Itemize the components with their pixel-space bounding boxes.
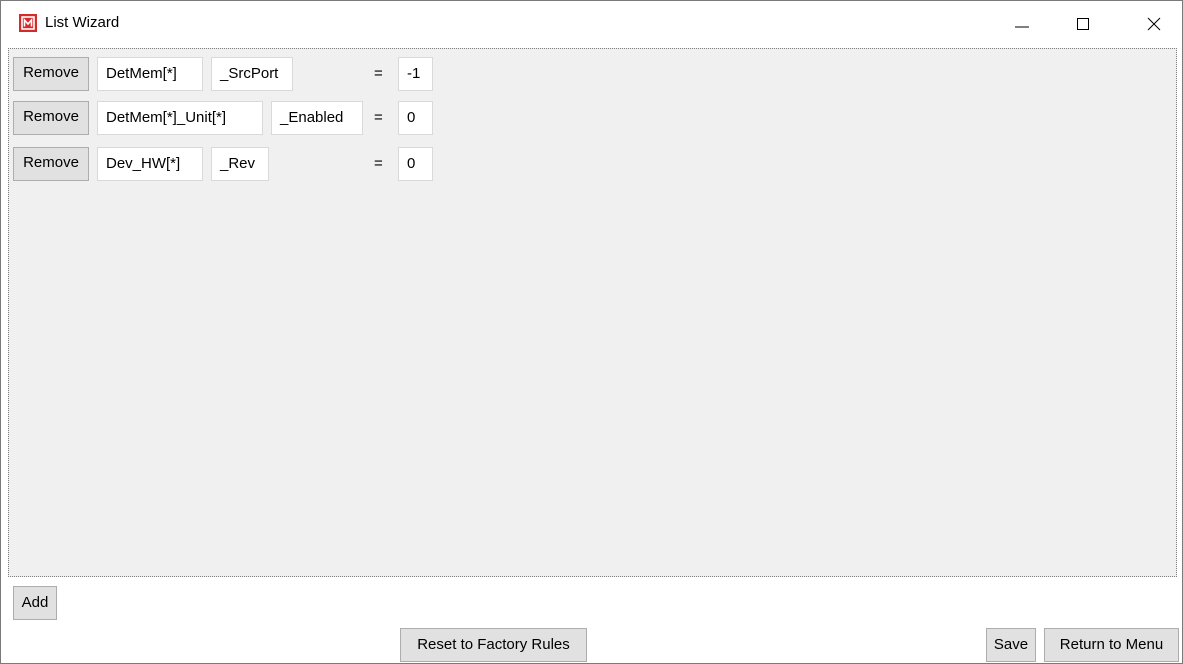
operator-label: =: [374, 155, 383, 172]
close-icon: [1147, 17, 1161, 31]
minimize-icon: [1015, 26, 1029, 28]
value-field[interactable]: 0: [398, 147, 433, 181]
rules-list[interactable]: Remove DetMem[*] _SrcPort = -1 Remove De…: [8, 48, 1177, 577]
minimize-button[interactable]: [999, 1, 1045, 47]
property-field[interactable]: _Enabled: [271, 101, 363, 135]
close-button[interactable]: [1131, 1, 1177, 47]
app-logo-icon: [19, 14, 37, 32]
reset-factory-rules-button[interactable]: Reset to Factory Rules: [400, 628, 587, 662]
rule-row: Remove DetMem[*] _SrcPort = -1: [13, 57, 1163, 91]
maximize-button[interactable]: [1060, 1, 1106, 47]
remove-button[interactable]: Remove: [13, 101, 89, 135]
value-field[interactable]: 0: [398, 101, 433, 135]
property-field[interactable]: _SrcPort: [211, 57, 293, 91]
list-wizard-window: List Wizard Remove DetMem[*] _SrcPort = …: [0, 0, 1183, 664]
add-button[interactable]: Add: [13, 586, 57, 620]
object-field[interactable]: DetMem[*]_Unit[*]: [97, 101, 263, 135]
object-field[interactable]: DetMem[*]: [97, 57, 203, 91]
value-field[interactable]: -1: [398, 57, 433, 91]
remove-button[interactable]: Remove: [13, 147, 89, 181]
object-field[interactable]: Dev_HW[*]: [97, 147, 203, 181]
title-bar[interactable]: List Wizard: [1, 1, 1182, 47]
operator-label: =: [374, 65, 383, 82]
operator-label: =: [374, 109, 383, 126]
return-to-menu-button[interactable]: Return to Menu: [1044, 628, 1179, 662]
window-title: List Wizard: [45, 14, 120, 31]
maximize-icon: [1077, 18, 1089, 30]
remove-button[interactable]: Remove: [13, 57, 89, 91]
rule-row: Remove DetMem[*]_Unit[*] _Enabled = 0: [13, 101, 1163, 135]
property-field[interactable]: _Rev: [211, 147, 269, 181]
save-button[interactable]: Save: [986, 628, 1036, 662]
rule-row: Remove Dev_HW[*] _Rev = 0: [13, 147, 1163, 181]
